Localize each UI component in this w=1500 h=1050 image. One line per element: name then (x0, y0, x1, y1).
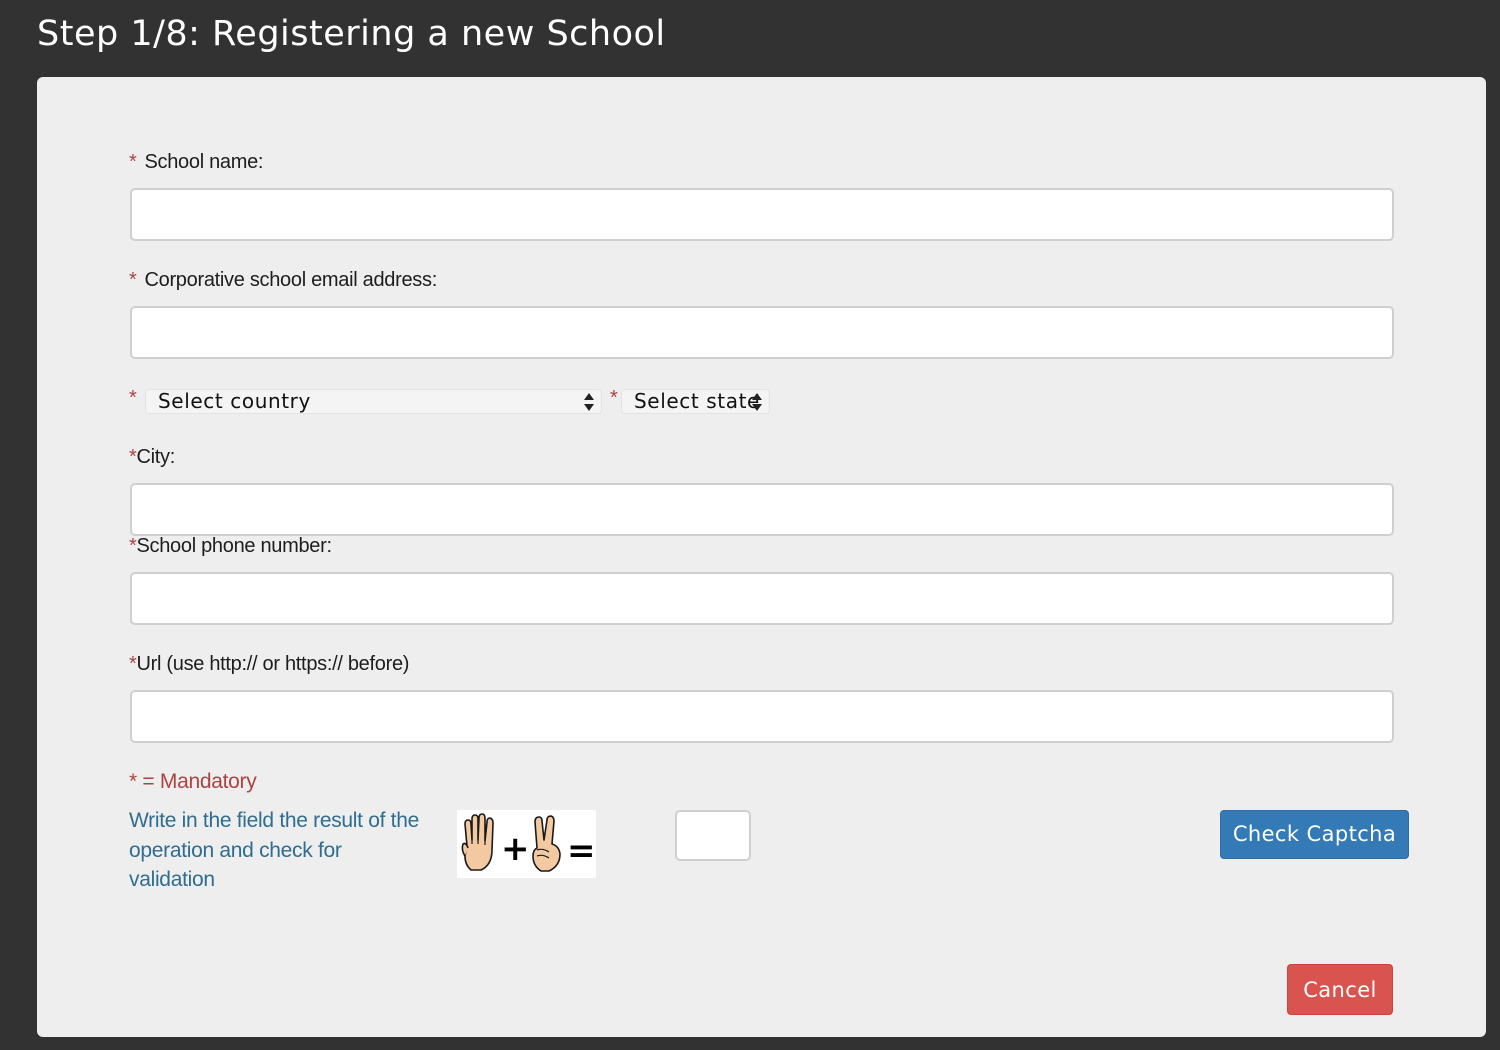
mandatory-note: * = Mandatory (129, 770, 257, 793)
school-name-input[interactable] (130, 188, 1394, 241)
captcha-operation-svg: + = (461, 813, 596, 872)
country-select-value: Select country (158, 389, 311, 413)
captcha-answer-input[interactable] (675, 810, 751, 861)
captcha-instructions: Write in the field the result of the ope… (129, 809, 419, 891)
page-title: Step 1/8: Registering a new School (37, 14, 666, 54)
check-captcha-button[interactable]: Check Captcha (1220, 810, 1409, 859)
phone-label: *School phone number: (129, 535, 332, 558)
select-arrows-icon (583, 391, 595, 413)
hand-four-fingers-icon (461, 813, 494, 871)
country-required-marker: * (129, 387, 137, 409)
phone-input[interactable] (130, 572, 1394, 625)
required-marker: * (129, 269, 137, 291)
email-input[interactable] (130, 306, 1394, 359)
city-input[interactable] (130, 483, 1394, 536)
cancel-button[interactable]: Cancel (1287, 964, 1393, 1015)
captcha-image: + = (457, 810, 596, 878)
school-name-label: * School name: (129, 151, 263, 174)
email-label: * Corporative school email address: (129, 269, 437, 292)
city-label: *City: (129, 446, 175, 469)
select-arrows-icon (751, 391, 763, 413)
city-label-text: City: (136, 446, 175, 468)
url-label: *Url (use http:// or https:// before) (129, 653, 409, 676)
captcha-operator: + (501, 829, 530, 869)
url-label-text: Url (use http:// or https:// before) (136, 653, 410, 675)
url-input[interactable] (130, 690, 1394, 743)
state-select[interactable]: Select state (621, 389, 770, 414)
country-select[interactable]: Select country (145, 389, 602, 414)
email-label-text: Corporative school email address: (144, 269, 437, 291)
state-required-marker: * (610, 387, 618, 409)
required-marker: * (129, 151, 137, 173)
hand-two-fingers-icon (532, 815, 561, 872)
state-select-value: Select state (634, 389, 760, 413)
registration-form-panel: * School name: * Corporative school email … (37, 77, 1486, 1037)
captcha-equals: = (567, 831, 596, 871)
phone-label-text: School phone number: (136, 535, 332, 557)
school-name-label-text: School name: (144, 151, 264, 173)
